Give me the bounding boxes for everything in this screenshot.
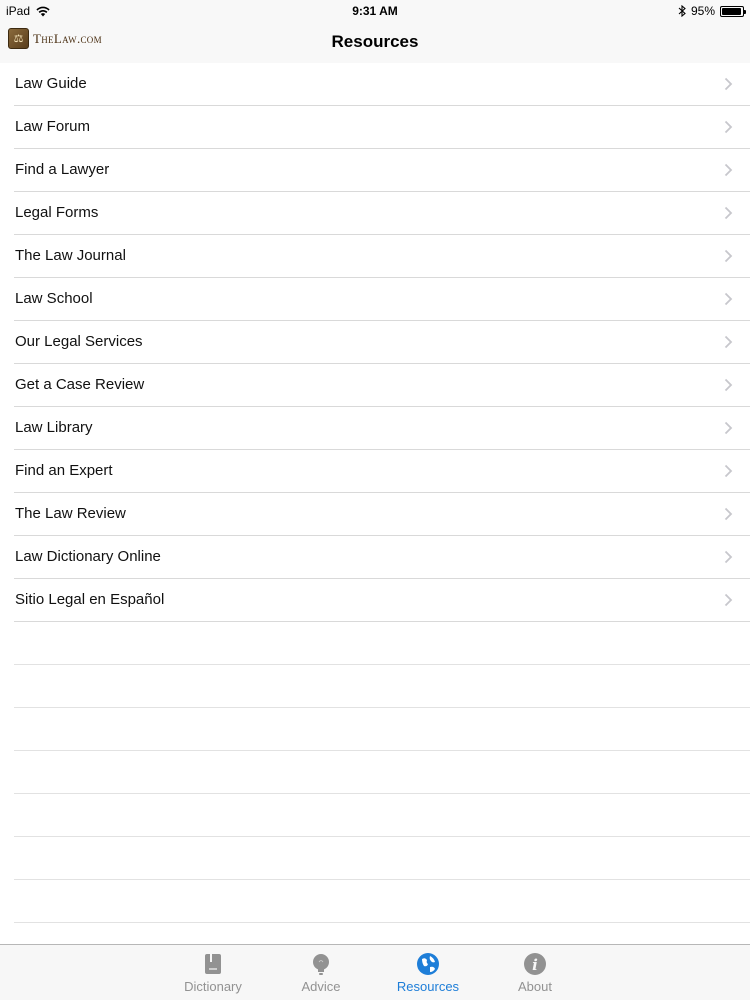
empty-row [0,622,750,665]
chevron-right-icon [724,206,733,220]
list-item-label: Law Forum [15,118,91,135]
page-title: Resources [331,32,419,51]
book-icon [205,954,221,974]
list-item[interactable]: Legal Forms [0,192,750,235]
chevron-right-icon [724,507,733,521]
status-right: 95% [678,4,746,18]
svg-text:i: i [532,956,538,974]
status-bar: iPad 9:31 AM 95% [0,0,750,22]
list-item-label: The Law Review [15,505,126,522]
tab-resources[interactable]: Resources [378,952,478,994]
list-item-label: The Law Journal [15,247,126,264]
list-item[interactable]: Law Dictionary Online [0,536,750,579]
chevron-right-icon [724,292,733,306]
tab-label: Resources [396,979,460,994]
chevron-right-icon [724,550,733,564]
empty-row [0,665,750,708]
empty-row [0,837,750,880]
resources-list: Law Guide Law Forum Find a Lawyer Legal For… [0,63,750,923]
empty-row [0,794,750,837]
list-item-label: Legal Forms [15,204,99,221]
tab-label: Advice [301,979,341,994]
list-item-label: Law Library [15,419,93,436]
chevron-right-icon [724,335,733,349]
empty-row [0,708,750,751]
list-item[interactable]: Our Legal Services [0,321,750,364]
tab-about[interactable]: i About [485,952,585,994]
list-item-label: Law School [15,290,93,307]
chevron-right-icon [724,593,733,607]
list-item[interactable]: Law School [0,278,750,321]
empty-row [0,880,750,923]
list-item-label: Law Guide [15,75,87,92]
list-item-label: Find an Expert [15,462,113,479]
chevron-right-icon [724,421,733,435]
list-item[interactable]: Law Guide [0,63,750,106]
battery-percent: 95% [690,4,715,18]
list-item[interactable]: Find an Expert [0,450,750,493]
list-item-label: Our Legal Services [15,333,143,350]
chevron-right-icon [724,163,733,177]
list-item[interactable]: Law Library [0,407,750,450]
list-item[interactable]: Find a Lawyer [0,149,750,192]
chevron-right-icon [724,77,733,91]
tab-bar: Dictionary Advice Resources i About [0,944,750,1000]
battery-icon [720,5,746,17]
chevron-right-icon [724,249,733,263]
bluetooth-icon [678,5,686,17]
tab-label: Dictionary [184,979,242,994]
globe-icon [417,953,439,975]
tab-dictionary[interactable]: Dictionary [163,952,263,994]
list-item-label: Get a Case Review [15,376,145,393]
list-item-label: Find a Lawyer [15,161,110,178]
lightbulb-icon [313,954,329,975]
navigation-bar: ⚖ TheLaw.com Resources [0,22,750,64]
list-item[interactable]: The Law Review [0,493,750,536]
list-item-label: Sitio Legal en Español [15,591,165,608]
tab-advice[interactable]: Advice [271,952,371,994]
chevron-right-icon [724,378,733,392]
status-time: 9:31 AM [352,4,398,18]
chevron-right-icon [724,464,733,478]
battery-level-fill [722,7,741,15]
chevron-right-icon [724,120,733,134]
info-icon: i [524,953,546,975]
list-item[interactable]: Get a Case Review [0,364,750,407]
list-item[interactable]: Sitio Legal en Español [0,579,750,622]
tab-label: About [518,979,552,994]
list-item[interactable]: The Law Journal [0,235,750,278]
list-item-label: Law Dictionary Online [15,548,161,565]
empty-row [0,751,750,794]
list-item[interactable]: Law Forum [0,106,750,149]
